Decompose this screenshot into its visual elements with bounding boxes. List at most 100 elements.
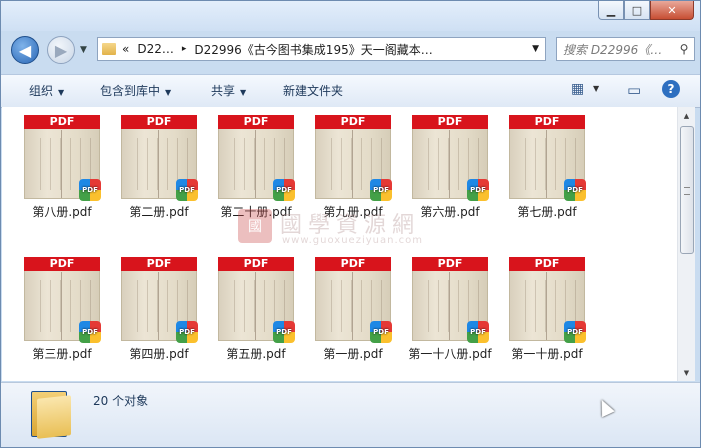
file-item[interactable]: PDF PDF 第八册.pdf	[14, 115, 110, 220]
include-library-label: 包含到库中	[100, 84, 161, 98]
pdf-thumbnail: PDF PDF	[315, 257, 392, 343]
file-item[interactable]: PDF PDF 第一十册.pdf	[499, 257, 595, 362]
chevron-down-icon: ▼	[240, 88, 247, 97]
explorer-window: ▁ □ ✕ ◀ ▶ ▼ « D22… ▸ D22996《古今图书集成195》天一…	[0, 0, 701, 448]
breadcrumb-current[interactable]: D22996《古今图书集成195》天一阁藏本…	[194, 41, 432, 58]
view-dropdown-icon[interactable]: ▼	[593, 84, 599, 93]
new-folder-button[interactable]: 新建文件夹	[283, 82, 343, 99]
chevron-down-icon: ▼	[58, 88, 65, 97]
file-name: 第一册.pdf	[323, 347, 383, 361]
organize-menu[interactable]: 组织 ▼	[29, 82, 64, 99]
pdf-app-icon: PDF	[467, 179, 489, 201]
pdf-thumbnail: PDF PDF	[412, 115, 489, 201]
pdf-app-icon: PDF	[176, 179, 198, 201]
pdf-app-icon: PDF	[370, 179, 392, 201]
file-name: 第九册.pdf	[323, 205, 383, 219]
maximize-button[interactable]: □	[624, 1, 650, 20]
include-in-library-menu[interactable]: 包含到库中 ▼	[100, 82, 171, 99]
file-name: 第一十册.pdf	[511, 347, 583, 361]
breadcrumb-parent[interactable]: D22…	[137, 42, 174, 56]
file-name: 第一十八册.pdf	[408, 347, 492, 361]
file-name: 第二册.pdf	[129, 205, 189, 219]
pdf-app-icon: PDF	[564, 179, 586, 201]
file-name: 第五册.pdf	[226, 347, 286, 361]
file-name: 第六册.pdf	[420, 205, 480, 219]
file-item[interactable]: PDF PDF 第一十八册.pdf	[402, 257, 498, 362]
title-bar[interactable]: ▁ □ ✕	[1, 1, 700, 31]
file-item[interactable]: PDF PDF 第二十册.pdf	[208, 115, 304, 220]
file-item[interactable]: PDF PDF 第九册.pdf	[305, 115, 401, 220]
scroll-thumb[interactable]	[680, 126, 694, 254]
file-name: 第三册.pdf	[32, 347, 92, 361]
chevron-down-icon: ▼	[165, 88, 172, 97]
pdf-app-icon: PDF	[370, 321, 392, 343]
pdf-app-icon: PDF	[273, 179, 295, 201]
pdf-tag: PDF	[412, 115, 488, 129]
search-box[interactable]: 搜索 D22996《… ⚲	[556, 37, 695, 61]
pdf-thumbnail: PDF PDF	[412, 257, 489, 343]
file-item[interactable]: PDF PDF 第二册.pdf	[111, 115, 207, 220]
pdf-app-icon: PDF	[79, 179, 101, 201]
pdf-thumbnail: PDF PDF	[509, 115, 586, 201]
pdf-tag: PDF	[24, 257, 100, 271]
forward-button[interactable]: ▶	[47, 36, 75, 64]
address-dropdown-icon[interactable]: ▼	[532, 44, 539, 54]
history-dropdown-icon[interactable]: ▼	[80, 45, 87, 55]
window-controls: ▁ □ ✕	[598, 1, 694, 20]
pdf-app-icon: PDF	[79, 321, 101, 343]
back-button[interactable]: ◀	[11, 36, 39, 64]
pdf-tag: PDF	[24, 115, 100, 129]
pdf-app-icon: PDF	[467, 321, 489, 343]
pdf-thumbnail: PDF PDF	[24, 115, 101, 201]
file-item[interactable]: PDF PDF 第一册.pdf	[305, 257, 401, 362]
pdf-tag: PDF	[412, 257, 488, 271]
search-placeholder[interactable]: 搜索 D22996《…	[563, 41, 674, 58]
close-button[interactable]: ✕	[650, 1, 694, 20]
file-name: 第四册.pdf	[129, 347, 189, 361]
minimize-button[interactable]: ▁	[598, 1, 624, 20]
pdf-app-icon: PDF	[273, 321, 295, 343]
pdf-app-icon: PDF	[176, 321, 198, 343]
search-icon[interactable]: ⚲	[674, 42, 694, 56]
pdf-tag: PDF	[218, 257, 294, 271]
address-prefix[interactable]: «	[122, 42, 129, 56]
file-name: 第七册.pdf	[517, 205, 577, 219]
change-view-icon[interactable]: ▦	[571, 81, 584, 97]
share-menu[interactable]: 共享 ▼	[211, 82, 246, 99]
pdf-tag: PDF	[218, 115, 294, 129]
navigation-row: ◀ ▶ ▼ « D22… ▸ D22996《古今图书集成195》天一阁藏本… ▼…	[1, 31, 700, 71]
pdf-tag: PDF	[509, 115, 585, 129]
file-item[interactable]: PDF PDF 第五册.pdf	[208, 257, 304, 362]
file-item[interactable]: PDF PDF 第三册.pdf	[14, 257, 110, 362]
address-bar[interactable]: « D22… ▸ D22996《古今图书集成195》天一阁藏本… ▼	[97, 37, 546, 61]
preview-pane-icon[interactable]: ▭	[627, 81, 641, 99]
vertical-scrollbar[interactable]: ▲ ▼	[677, 107, 695, 381]
item-count: 20 个对象	[93, 394, 149, 408]
command-toolbar: 组织 ▼ 包含到库中 ▼ 共享 ▼ 新建文件夹 ▦ ▼ ▭ ?	[1, 74, 700, 108]
file-item[interactable]: PDF PDF 第六册.pdf	[402, 115, 498, 220]
pdf-thumbnail: PDF PDF	[218, 257, 295, 343]
pdf-tag: PDF	[509, 257, 585, 271]
pdf-tag: PDF	[121, 257, 197, 271]
details-pane: 20 个对象	[1, 382, 700, 447]
pdf-tag: PDF	[315, 115, 391, 129]
scroll-up-icon[interactable]: ▲	[678, 107, 695, 124]
pdf-thumbnail: PDF PDF	[315, 115, 392, 201]
pdf-thumbnail: PDF PDF	[121, 257, 198, 343]
scroll-down-icon[interactable]: ▼	[678, 364, 695, 381]
pdf-app-icon: PDF	[564, 321, 586, 343]
pdf-thumbnail: PDF PDF	[121, 115, 198, 201]
file-item[interactable]: PDF PDF 第七册.pdf	[499, 115, 595, 220]
folder-icon	[102, 43, 116, 55]
pdf-thumbnail: PDF PDF	[218, 115, 295, 201]
folder-icon	[31, 391, 73, 439]
file-name: 第八册.pdf	[32, 205, 92, 219]
file-name: 第二十册.pdf	[220, 205, 292, 219]
breadcrumb-separator-icon[interactable]: ▸	[182, 44, 187, 54]
pdf-thumbnail: PDF PDF	[24, 257, 101, 343]
help-icon[interactable]: ?	[662, 80, 680, 98]
pdf-tag: PDF	[315, 257, 391, 271]
file-item[interactable]: PDF PDF 第四册.pdf	[111, 257, 207, 362]
pdf-thumbnail: PDF PDF	[509, 257, 586, 343]
file-list[interactable]: PDF PDF 第八册.pdf PDF PDF 第二册.pdf PDF PDF 第二十册.pdf…	[2, 107, 677, 381]
